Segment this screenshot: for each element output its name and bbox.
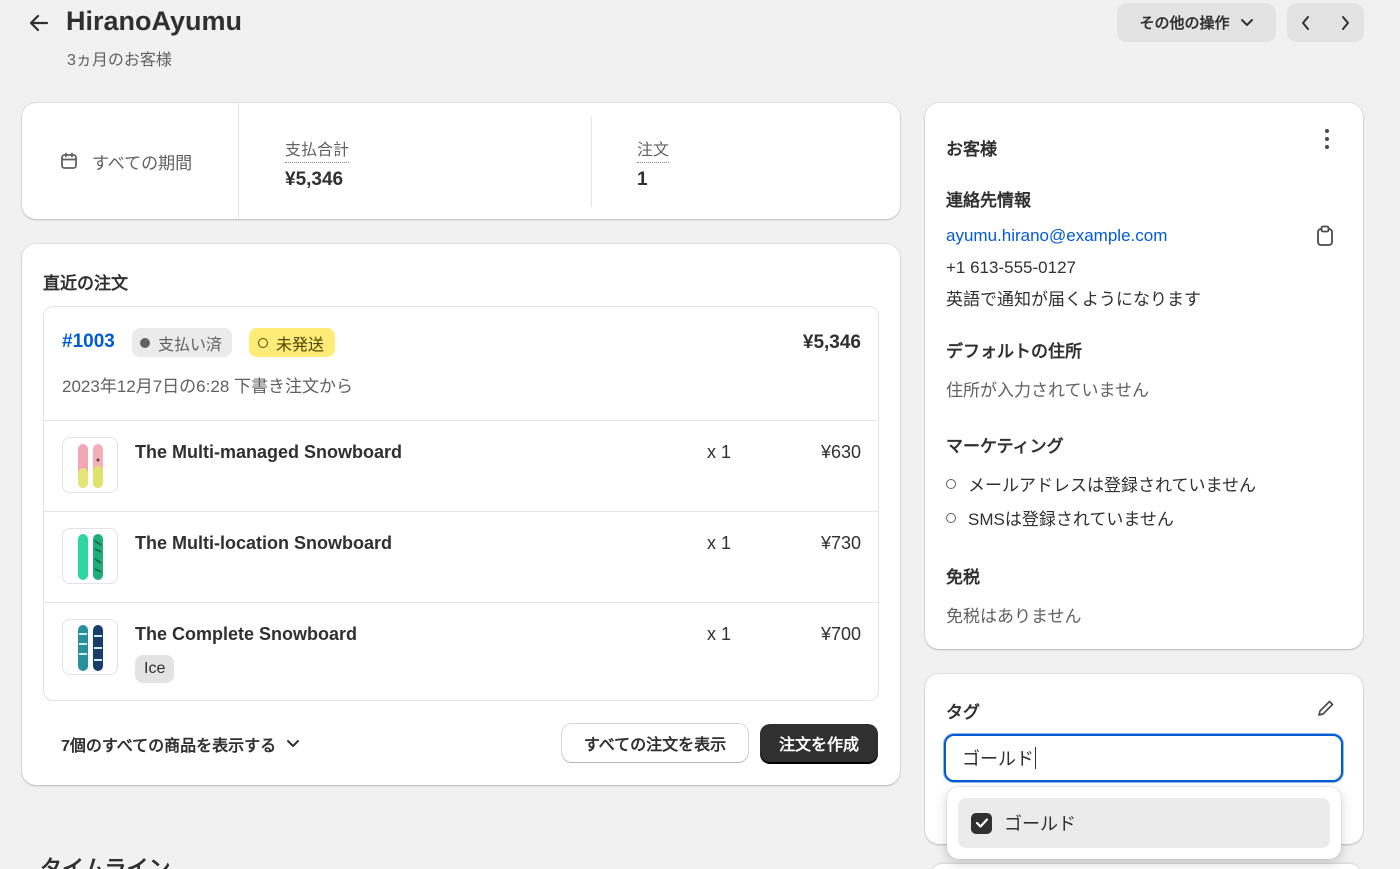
clipboard-icon[interactable] bbox=[1315, 225, 1337, 247]
product-thumbnail bbox=[62, 528, 118, 584]
product-quantity: x 1 bbox=[707, 442, 732, 462]
calendar-icon bbox=[61, 152, 77, 169]
pagination bbox=[1287, 3, 1364, 42]
edit-pencil-icon[interactable] bbox=[1316, 698, 1338, 720]
customer-stats-card: すべての期間 支払合計 ¥5,346 注文 1 bbox=[22, 103, 900, 219]
marketing-email-label: メールアドレスは登録されていません bbox=[968, 476, 1256, 495]
stat-divider bbox=[591, 117, 592, 207]
total-spent-stat: 支払合計 ¥5,346 bbox=[285, 103, 350, 219]
date-range-selector[interactable]: すべての期間 bbox=[22, 103, 239, 219]
chevron-left-icon bbox=[1302, 15, 1310, 30]
status-dot-icon bbox=[140, 337, 150, 348]
snowboard-image-icon bbox=[78, 444, 103, 488]
notification-language: 英語で通知が届くようになります bbox=[946, 290, 1201, 309]
arrow-left-icon bbox=[29, 14, 49, 32]
page-title: HiranoAyumu bbox=[66, 6, 243, 36]
status-ring-icon bbox=[258, 337, 268, 348]
order-summary: #1003 支払い済 未発送 ¥5,346 2023年12月7日の6:28 下書… bbox=[43, 306, 879, 701]
recent-orders-card: 直近の注文 #1003 支払い済 未発送 ¥5,346 2023年12月7日の6… bbox=[22, 244, 900, 785]
contact-heading: 連絡先情報 bbox=[946, 191, 1031, 210]
product-name[interactable]: The Multi-managed Snowboard bbox=[135, 442, 402, 463]
payment-status-badge: 支払い済 bbox=[132, 328, 233, 357]
view-all-orders-button[interactable]: すべての注文を表示 bbox=[562, 724, 748, 762]
orders-count-value: 1 bbox=[637, 169, 648, 190]
orders-count-label: 注文 bbox=[637, 136, 670, 163]
total-spent-label: 支払合計 bbox=[285, 136, 350, 163]
tag-input-value: ゴールド bbox=[962, 749, 1034, 769]
product-thumbnail bbox=[62, 619, 118, 675]
checkbox-checked-icon[interactable] bbox=[971, 812, 992, 834]
marketing-sms-status: SMSは登録されていません bbox=[946, 505, 1174, 530]
tag-input[interactable]: ゴールド bbox=[944, 734, 1343, 782]
snowboard-image-icon bbox=[78, 625, 103, 671]
default-address-value: 住所が入力されていません bbox=[946, 381, 1149, 400]
product-quantity: x 1 bbox=[707, 533, 732, 553]
page-subtitle: 3ヵ月のお客様 bbox=[67, 52, 172, 69]
status-ring-icon bbox=[946, 478, 956, 489]
chevron-down-icon bbox=[287, 740, 300, 747]
product-price: ¥630 bbox=[820, 442, 861, 462]
back-button[interactable] bbox=[28, 8, 54, 38]
customer-heading: お客様 bbox=[946, 140, 997, 159]
text-caret bbox=[1035, 747, 1036, 769]
recent-orders-heading: 直近の注文 bbox=[43, 274, 128, 293]
marketing-email-status: メールアドレスは登録されていません bbox=[946, 471, 1256, 496]
product-price: ¥730 bbox=[820, 533, 861, 553]
product-thumbnail bbox=[62, 437, 118, 493]
timeline-heading: タイムライン bbox=[40, 856, 171, 869]
more-options-icon[interactable] bbox=[1316, 125, 1338, 153]
show-all-items-label: 7個のすべての商品を表示する bbox=[61, 738, 277, 755]
variant-tag: Ice bbox=[135, 655, 175, 683]
tag-suggestions-dropdown: ゴールド bbox=[947, 787, 1341, 859]
previous-customer-button[interactable] bbox=[1287, 3, 1326, 42]
tags-heading: タグ bbox=[946, 703, 980, 722]
tax-exemption-value: 免税はありません bbox=[946, 607, 1082, 626]
chevron-down-icon bbox=[1240, 18, 1253, 26]
payment-status-label: 支払い済 bbox=[158, 336, 223, 354]
date-range-label: すべての期間 bbox=[92, 153, 193, 173]
product-price: ¥700 bbox=[820, 624, 861, 644]
line-item: The Multi-location Snowboard x 1 ¥730 bbox=[44, 511, 878, 602]
line-item: The Complete Snowboard Ice x 1 ¥700 bbox=[44, 602, 878, 702]
create-order-button[interactable]: 注文を作成 bbox=[760, 724, 878, 762]
more-actions-button[interactable]: その他の操作 bbox=[1117, 3, 1276, 42]
customer-info-card: お客様 連絡先情報 ayumu.hirano@example.com +1 61… bbox=[925, 103, 1363, 649]
tag-option[interactable]: ゴールド bbox=[958, 798, 1330, 848]
customer-email-link[interactable]: ayumu.hirano@example.com bbox=[946, 226, 1167, 246]
tag-option-label: ゴールド bbox=[1004, 814, 1076, 834]
order-total: ¥5,346 bbox=[802, 332, 861, 353]
customer-phone: +1 613-555-0127 bbox=[946, 258, 1076, 277]
more-actions-label: その他の操作 bbox=[1139, 15, 1230, 32]
fulfillment-status-badge: 未発送 bbox=[249, 328, 336, 357]
show-all-items-toggle[interactable]: 7個のすべての商品を表示する bbox=[61, 732, 300, 756]
product-name[interactable]: The Multi-location Snowboard bbox=[135, 533, 392, 554]
marketing-heading: マーケティング bbox=[946, 437, 1064, 456]
order-number-link[interactable]: #1003 bbox=[62, 331, 115, 353]
product-quantity: x 1 bbox=[707, 624, 732, 644]
chevron-right-icon bbox=[1341, 15, 1349, 30]
fulfillment-status-label: 未発送 bbox=[276, 336, 325, 354]
tax-exemption-heading: 免税 bbox=[946, 568, 980, 587]
order-date: 2023年12月7日の6:28 下書き注文から bbox=[62, 377, 353, 396]
next-card-edge bbox=[932, 864, 1360, 869]
total-spent-value: ¥5,346 bbox=[285, 169, 344, 190]
status-ring-icon bbox=[946, 512, 956, 523]
orders-count-stat: 注文 1 bbox=[637, 103, 670, 219]
default-address-heading: デフォルトの住所 bbox=[946, 342, 1082, 361]
line-item: The Multi-managed Snowboard x 1 ¥630 bbox=[44, 420, 878, 511]
product-name[interactable]: The Complete Snowboard bbox=[135, 624, 357, 645]
next-customer-button[interactable] bbox=[1326, 3, 1365, 42]
snowboard-image-icon bbox=[78, 534, 103, 580]
marketing-sms-label: SMSは登録されていません bbox=[968, 510, 1174, 529]
